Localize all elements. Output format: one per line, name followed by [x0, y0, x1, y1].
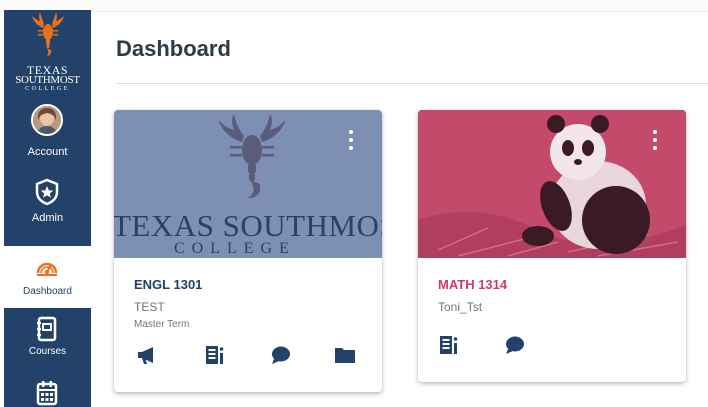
- canvas-window: TEXAS SOUTHMOST COLLEGE Account Admin Da…: [0, 0, 708, 407]
- scorpion-logo-icon: [32, 12, 64, 56]
- megaphone-icon[interactable]: [136, 344, 158, 366]
- page-title: Dashboard: [116, 36, 231, 61]
- course-card-hero[interactable]: [418, 110, 686, 258]
- assignments-icon[interactable]: [438, 334, 460, 356]
- card-options-button[interactable]: [652, 130, 658, 152]
- card-action-bar: [114, 344, 382, 368]
- calendar-icon: [36, 381, 58, 406]
- assignments-icon[interactable]: [204, 344, 226, 366]
- course-code[interactable]: MATH 1314: [438, 277, 507, 292]
- top-strip: [0, 0, 708, 12]
- course-card-engl-1301[interactable]: TEXAS SOUTHMOS COLLEGE ENGL 1301 TEST Ma…: [114, 110, 382, 392]
- hero-college-text: COLLEGE: [174, 240, 296, 257]
- logo-line-2: SOUTHMOST: [15, 74, 80, 86]
- nav-dashboard-label: Dashboard: [23, 286, 72, 297]
- avatar: [31, 104, 63, 136]
- discussions-icon[interactable]: [270, 344, 292, 366]
- notebook-icon: [37, 316, 57, 342]
- nav-calendar[interactable]: [4, 378, 91, 407]
- nav-courses[interactable]: Courses: [4, 314, 91, 372]
- nav-admin-label: Admin: [31, 212, 64, 224]
- scorpion-watermark-icon: [218, 114, 286, 198]
- discussions-icon[interactable]: [504, 334, 526, 356]
- folder-icon[interactable]: [334, 344, 356, 366]
- nav-dashboard[interactable]: Dashboard: [4, 246, 91, 308]
- hero-brand-text: TEXAS SOUTHMOS: [114, 208, 382, 243]
- course-term: Master Term: [134, 319, 190, 330]
- card-action-bar: [418, 334, 686, 358]
- college-logo[interactable]: TEXAS SOUTHMOST COLLEGE: [4, 10, 91, 94]
- shield-star-icon: [35, 178, 59, 206]
- course-name: TEST: [134, 300, 165, 314]
- course-name: Toni_Tst: [438, 300, 483, 314]
- nav-account-label: Account: [27, 146, 68, 158]
- course-code[interactable]: ENGL 1301: [134, 277, 202, 292]
- title-divider: [116, 83, 708, 84]
- nav-account[interactable]: Account: [4, 102, 91, 162]
- logo-line-3: COLLEGE: [25, 86, 70, 92]
- card-options-button[interactable]: [348, 130, 354, 152]
- global-navigation: TEXAS SOUTHMOST COLLEGE Account Admin Da…: [4, 10, 91, 407]
- panda-image: [418, 110, 686, 258]
- speedometer-icon: [36, 262, 58, 276]
- course-card-math-1314[interactable]: MATH 1314 Toni_Tst: [418, 110, 686, 382]
- course-card-hero[interactable]: TEXAS SOUTHMOS COLLEGE: [114, 110, 382, 258]
- nav-admin[interactable]: Admin: [4, 178, 91, 234]
- nav-courses-label: Courses: [28, 346, 67, 357]
